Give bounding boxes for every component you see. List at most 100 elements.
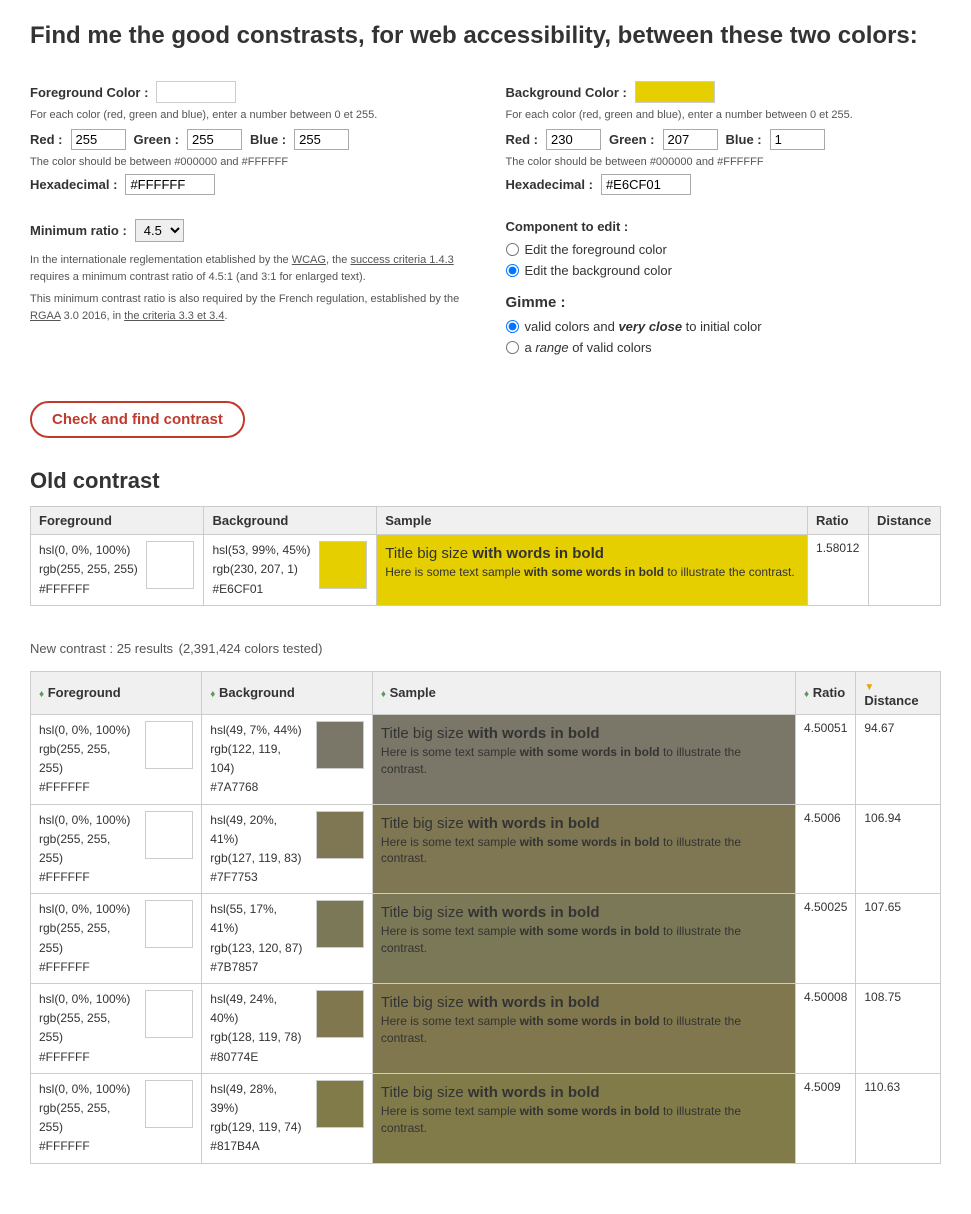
new-sample-cell: Title big size with words in bold Here i… (372, 1073, 795, 1163)
new-bg-text: hsl(49, 24%, 40%) rgb(128, 119, 78) #807… (210, 990, 308, 1067)
fg-red-label: Red : (30, 132, 63, 147)
fg-hex-input[interactable] (125, 174, 215, 195)
new-fg-text: hsl(0, 0%, 100%) rgb(255, 255, 255) #FFF… (39, 721, 137, 798)
new-fg-text: hsl(0, 0%, 100%) rgb(255, 255, 255) #FFF… (39, 990, 137, 1067)
new-distance: 94.67 (856, 714, 941, 804)
old-fg-swatch (146, 541, 194, 589)
new-sample-cell: Title big size with words in bold Here i… (372, 984, 795, 1074)
bg-green-input[interactable] (663, 129, 718, 150)
page-title: Find me the good constrasts, for web acc… (30, 20, 941, 51)
foreground-label: Foreground Color : (30, 85, 148, 100)
fg-sort-icon: ♦ (39, 689, 44, 700)
old-fg-text: hsl(0, 0%, 100%) rgb(255, 255, 255) #FFF… (39, 541, 138, 599)
bg-green-label: Green : (609, 132, 655, 147)
old-distance (869, 535, 941, 606)
old-col-foreground: Foreground (31, 507, 204, 535)
new-sample-body: Here is some text sample with some words… (381, 1103, 787, 1137)
fg-blue-label: Blue : (250, 132, 286, 147)
component-fg-radio[interactable] (506, 243, 519, 256)
component-bg-option: Edit the background color (525, 263, 672, 278)
ratio-label: Minimum ratio : (30, 223, 127, 238)
new-fg-text: hsl(0, 0%, 100%) rgb(255, 255, 255) #FFF… (39, 1080, 137, 1157)
new-fg-swatch (145, 990, 193, 1038)
new-bg-swatch (316, 900, 364, 948)
component-bg-radio[interactable] (506, 264, 519, 277)
ratio-info2: This minimum contrast ratio is also requ… (30, 291, 466, 324)
new-col-ratio[interactable]: ♦ Ratio (795, 671, 855, 714)
bg-hex-label: Hexadecimal : (506, 177, 593, 192)
bg-red-input[interactable] (546, 129, 601, 150)
fg-blue-input[interactable] (294, 129, 349, 150)
bg-constraint: The color should be between #000000 and … (506, 156, 942, 168)
new-sample-title: Title big size with words in bold (381, 723, 787, 744)
new-contrast-row: hsl(0, 0%, 100%) rgb(255, 255, 255) #FFF… (31, 894, 941, 984)
fg-red-input[interactable] (71, 129, 126, 150)
new-fg-swatch (145, 900, 193, 948)
new-contrast-table: ♦ Foreground ♦ Background ♦ Sample ♦ Rat… (30, 671, 941, 1164)
new-ratio: 4.5009 (795, 1073, 855, 1163)
foreground-hint: For each color (red, green and blue), en… (30, 109, 466, 121)
background-section: Background Color : For each color (red, … (506, 81, 942, 199)
new-sample-title: Title big size with words in bold (381, 1082, 787, 1103)
new-contrast-row: hsl(0, 0%, 100%) rgb(255, 255, 255) #FFF… (31, 1073, 941, 1163)
bg-hex-input[interactable] (601, 174, 691, 195)
foreground-section: Foreground Color : For each color (red, … (30, 81, 466, 199)
new-contrast-row: hsl(0, 0%, 100%) rgb(255, 255, 255) #FFF… (31, 804, 941, 894)
gimme-close-radio[interactable] (506, 320, 519, 333)
new-bg-swatch (316, 1080, 364, 1128)
old-col-ratio: Ratio (808, 507, 869, 535)
old-col-sample: Sample (377, 507, 808, 535)
gimme-range-radio[interactable] (506, 341, 519, 354)
bg-blue-label: Blue : (726, 132, 762, 147)
old-sample-body: Here is some text sample with some words… (385, 564, 799, 581)
new-bg-swatch (316, 990, 364, 1038)
ratio-section: Minimum ratio : 3 4.5 7 In the internati… (30, 219, 466, 361)
new-distance: 108.75 (856, 984, 941, 1074)
new-ratio: 4.5006 (795, 804, 855, 894)
old-sample-title: Title big size with words in bold (385, 543, 799, 564)
new-sample-body: Here is some text sample with some words… (381, 1013, 787, 1047)
old-col-distance: Distance (869, 507, 941, 535)
old-bg-text: hsl(53, 99%, 45%) rgb(230, 207, 1) #E6CF… (212, 541, 310, 599)
fg-green-label: Green : (134, 132, 180, 147)
new-sample-cell: Title big size with words in bold Here i… (372, 714, 795, 804)
new-sample-body: Here is some text sample with some words… (381, 834, 787, 868)
new-bg-text: hsl(49, 7%, 44%) rgb(122, 119, 104) #7A7… (210, 721, 308, 798)
old-contrast-table: Foreground Background Sample Ratio Dista… (30, 506, 941, 606)
new-fg-swatch (145, 811, 193, 859)
ratio-select[interactable]: 3 4.5 7 (135, 219, 184, 242)
new-sample-title: Title big size with words in bold (381, 902, 787, 923)
new-col-distance[interactable]: ▼ Distance (856, 671, 941, 714)
fg-hex-label: Hexadecimal : (30, 177, 117, 192)
background-hint: For each color (red, green and blue), en… (506, 109, 942, 121)
fg-constraint: The color should be between #000000 and … (30, 156, 466, 168)
new-col-sample[interactable]: ♦ Sample (372, 671, 795, 714)
new-contrast-subtitle: (2,391,424 colors tested) (179, 641, 323, 656)
check-contrast-button[interactable]: Check and find contrast (30, 401, 245, 438)
component-gimme-section: Component to edit : Edit the foreground … (506, 219, 942, 361)
old-contrast-row: hsl(0, 0%, 100%) rgb(255, 255, 255) #FFF… (31, 535, 941, 606)
new-col-background[interactable]: ♦ Background (202, 671, 373, 714)
background-label: Background Color : (506, 85, 627, 100)
old-col-background: Background (204, 507, 377, 535)
gimme-close-label: valid colors and very close to initial c… (525, 319, 762, 334)
new-contrast-heading: New contrast : 25 results (2,391,424 col… (30, 636, 941, 659)
new-sample-cell: Title big size with words in bold Here i… (372, 804, 795, 894)
new-bg-swatch (316, 811, 364, 859)
new-fg-swatch (145, 721, 193, 769)
old-contrast-title: Old contrast (30, 468, 941, 494)
background-swatch (635, 81, 715, 103)
fg-green-input[interactable] (187, 129, 242, 150)
new-ratio: 4.50008 (795, 984, 855, 1074)
new-bg-text: hsl(55, 17%, 41%) rgb(123, 120, 87) #7B7… (210, 900, 308, 977)
new-fg-swatch (145, 1080, 193, 1128)
bg-blue-input[interactable] (770, 129, 825, 150)
new-col-foreground[interactable]: ♦ Foreground (31, 671, 202, 714)
new-ratio: 4.50025 (795, 894, 855, 984)
ratio-info1: In the internationale reglementation eta… (30, 252, 466, 285)
new-fg-text: hsl(0, 0%, 100%) rgb(255, 255, 255) #FFF… (39, 900, 137, 977)
new-distance: 110.63 (856, 1073, 941, 1163)
new-sample-title: Title big size with words in bold (381, 813, 787, 834)
new-sample-body: Here is some text sample with some words… (381, 923, 787, 957)
new-sample-cell: Title big size with words in bold Here i… (372, 894, 795, 984)
